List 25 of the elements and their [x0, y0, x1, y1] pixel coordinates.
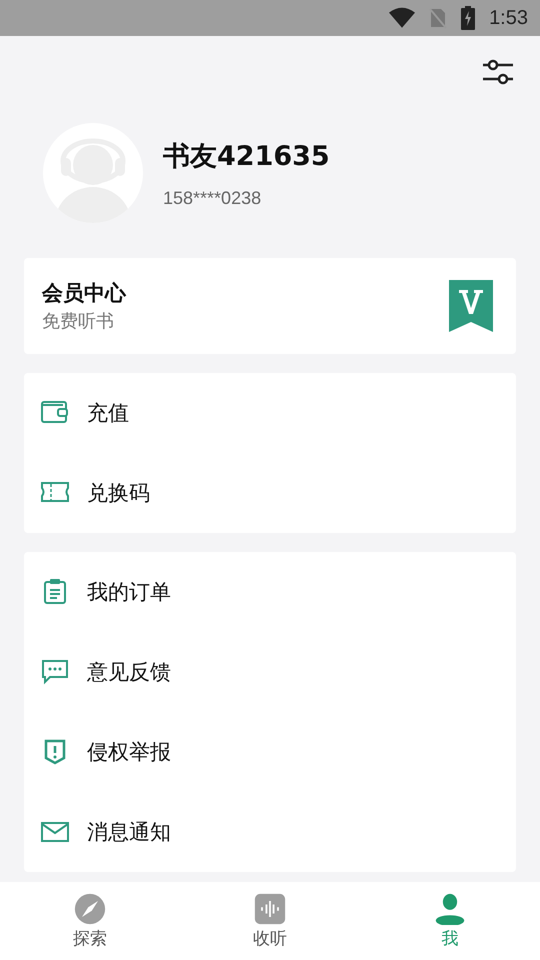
sound-wave-icon [254, 892, 286, 924]
card-subtitle: 免费听书 [42, 310, 115, 333]
member-card[interactable]: 会员中心 免费听书 [24, 258, 516, 354]
compass-icon [74, 892, 106, 924]
menu-item[interactable]: 侵权举报 [24, 712, 516, 792]
wifi-icon [389, 7, 416, 29]
battery-icon [461, 6, 476, 30]
no-sim-icon [429, 7, 448, 29]
user-name: 书友421635 [163, 140, 330, 174]
chat-icon [41, 658, 69, 686]
person-icon [434, 892, 466, 924]
clipboard-icon [41, 578, 69, 606]
phone-number: 158****0238 [163, 188, 262, 208]
nav-tab[interactable]: 收听 [225, 892, 315, 950]
nav-tab[interactable]: 探索 [45, 892, 135, 950]
bookmark-icon [449, 280, 493, 332]
menu-item[interactable]: 兑换码 [24, 453, 516, 533]
menu-item[interactable]: 意见反馈 [24, 632, 516, 712]
menu-item[interactable]: 我的订单 [24, 552, 516, 632]
settings-icon[interactable] [482, 59, 514, 85]
menu-item[interactable]: 充值 [24, 373, 516, 453]
status-time: 1:53 [489, 6, 528, 30]
card-title: 会员中心 [42, 280, 126, 307]
menu-item[interactable]: 消息通知 [24, 792, 516, 872]
nav-tab[interactable]: 我 [405, 892, 495, 950]
